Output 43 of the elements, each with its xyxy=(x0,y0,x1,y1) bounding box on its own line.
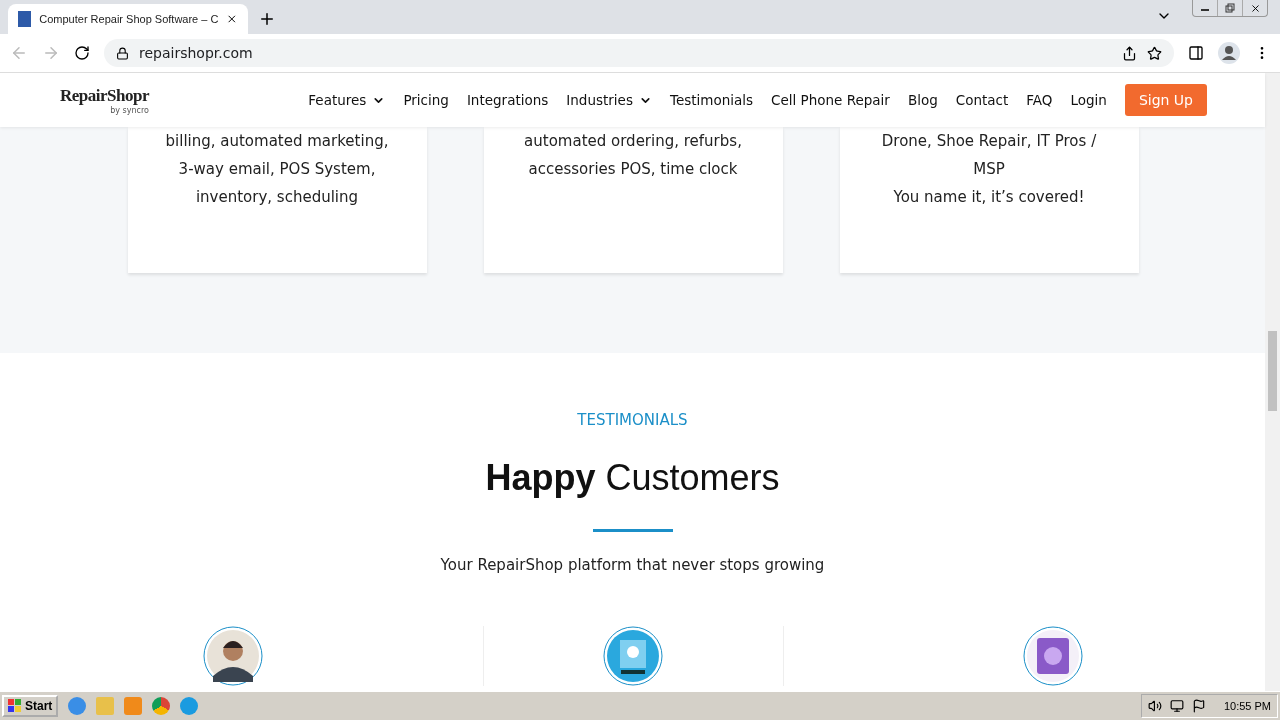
share-icon[interactable] xyxy=(1122,45,1137,61)
card-text: accessories POS, time clock xyxy=(528,159,738,180)
nav-link[interactable]: Blog xyxy=(907,92,938,108)
close-icon[interactable] xyxy=(226,12,238,26)
volume-icon[interactable] xyxy=(1147,699,1162,713)
card-text: inventory, scheduling xyxy=(195,187,359,208)
logo[interactable]: RepairShopr by syncro xyxy=(60,85,149,115)
nav-link[interactable]: Cell Phone Repair xyxy=(771,92,890,108)
nav-link[interactable]: Testimonials xyxy=(669,92,754,108)
section-subtitle: Your RepairShop platform that never stops growing xyxy=(440,556,825,574)
url-text: repairshopr.com xyxy=(139,45,254,61)
lock-icon xyxy=(116,46,129,60)
section-title: Happy Customers xyxy=(485,457,780,499)
network-icon[interactable] xyxy=(1169,699,1184,713)
card-text: 3-way email, POS System, xyxy=(178,159,376,180)
side-panel-icon[interactable] xyxy=(1188,45,1204,61)
clock: 10:55 PM xyxy=(1223,700,1271,712)
nav-link[interactable]: Login xyxy=(1070,92,1107,108)
favicon-icon xyxy=(18,11,32,27)
nav-link[interactable]: Industries xyxy=(566,92,652,108)
section-label: TESTIMONIALS xyxy=(577,411,688,429)
new-tab-icon[interactable] xyxy=(258,10,276,28)
tab-title: Computer Repair Shop Software – C xyxy=(39,13,219,25)
nav-link[interactable]: Integrations xyxy=(466,92,549,108)
card-text: MSP xyxy=(973,159,1005,180)
nav-link[interactable]: Contact xyxy=(955,92,1009,108)
card-text: Drone, Shoe Repair, IT Pros / xyxy=(881,131,1097,152)
profile-icon[interactable] xyxy=(1218,42,1240,64)
card-text: You name it, it’s covered! xyxy=(893,187,1085,208)
card-text: billing, automated marketing, xyxy=(165,131,389,152)
nav-link[interactable]: Features xyxy=(308,92,386,108)
start-button[interactable]: Start xyxy=(2,695,59,717)
card-text: automated ordering, refurbs, xyxy=(524,131,742,152)
browser-tab[interactable]: Computer Repair Shop Software – C xyxy=(8,4,248,34)
nav-link[interactable]: Pricing xyxy=(403,92,449,108)
address-bar[interactable]: repairshopr.com xyxy=(104,39,1174,67)
scroll-thumb[interactable] xyxy=(1268,331,1277,411)
reload-icon[interactable] xyxy=(74,45,90,61)
scrollbar[interactable] xyxy=(1265,73,1280,691)
flag-icon[interactable] xyxy=(1191,699,1206,713)
windows-logo-icon xyxy=(8,699,22,713)
star-icon[interactable] xyxy=(1147,45,1162,61)
nav-link[interactable]: FAQ xyxy=(1026,92,1053,108)
